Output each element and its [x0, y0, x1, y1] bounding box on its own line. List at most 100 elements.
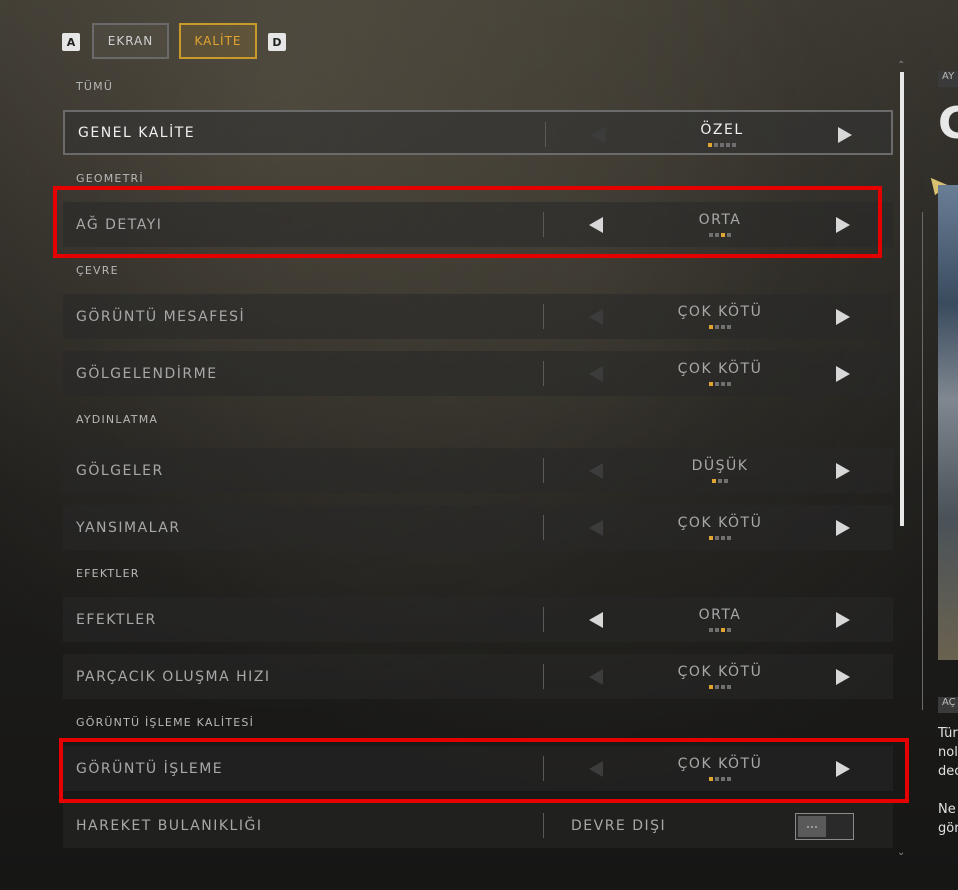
divider — [543, 361, 544, 386]
level-dot — [732, 143, 736, 147]
level-dot — [724, 479, 728, 483]
divider — [543, 813, 544, 838]
level-dot — [709, 685, 713, 689]
level-dot — [712, 479, 716, 483]
description-line: nol — [938, 745, 958, 760]
setting-row[interactable]: GÖLGELER DÜŞÜK — [63, 448, 893, 493]
setting-label: HAREKET BULANIKLIĞI — [76, 817, 263, 834]
motion-blur-toggle[interactable] — [795, 813, 854, 840]
level-dot — [721, 685, 725, 689]
level-indicator — [660, 325, 780, 329]
level-dot — [709, 628, 713, 632]
setting-value: ÇOK KÖTÜ — [677, 664, 763, 680]
divider — [543, 515, 544, 540]
setting-value: ÇOK KÖTÜ — [677, 304, 763, 320]
level-indicator — [660, 536, 780, 540]
setting-label: GÖLGELER — [76, 462, 164, 479]
setting-row[interactable]: PARÇACIK OLUŞMA HIZI ÇOK KÖTÜ — [63, 654, 893, 699]
level-dot — [709, 382, 713, 386]
level-dot — [727, 628, 731, 632]
level-dot — [727, 325, 731, 329]
arrow-left-icon[interactable] — [589, 612, 603, 628]
setting-label: GÖRÜNTÜ MESAFESİ — [76, 308, 246, 325]
level-dot — [709, 536, 713, 540]
level-dot — [727, 536, 731, 540]
arrow-left-icon[interactable] — [589, 366, 603, 382]
divider — [543, 458, 544, 483]
setting-label: GÖLGELENDİRME — [76, 365, 218, 382]
divider — [543, 664, 544, 689]
divider — [545, 122, 546, 147]
level-dot — [727, 382, 731, 386]
arrow-left-icon[interactable] — [589, 309, 603, 325]
description-line: Tür — [938, 726, 958, 741]
arrow-left-icon[interactable] — [589, 463, 603, 479]
level-dot — [720, 143, 724, 147]
scroll-down-icon[interactable]: ⌄ — [897, 847, 905, 858]
level-indicator — [662, 143, 782, 147]
divider — [543, 304, 544, 329]
preview-image — [938, 185, 958, 660]
arrow-right-icon[interactable] — [836, 309, 850, 325]
level-dot — [715, 325, 719, 329]
setting-label: EFEKTLER — [76, 611, 157, 628]
setting-value: ÖZEL — [700, 122, 744, 138]
scroll-up-icon[interactable]: ⌃ — [897, 60, 905, 71]
arrow-left-icon[interactable] — [589, 669, 603, 685]
level-dot — [715, 536, 719, 540]
setting-row[interactable]: GENEL KALİTE ÖZEL — [63, 110, 893, 155]
setting-row[interactable]: YANSIMALAR ÇOK KÖTÜ — [63, 505, 893, 550]
right-panel-divider — [922, 212, 923, 710]
arrow-right-icon[interactable] — [836, 366, 850, 382]
highlight-box-ag-detayi — [53, 186, 882, 258]
arrow-right-icon[interactable] — [836, 612, 850, 628]
level-dot — [709, 325, 713, 329]
right-panel-title: G — [938, 98, 958, 149]
level-dot — [714, 143, 718, 147]
section-aydinlatma: AYDINLATMA — [76, 413, 159, 426]
section-efektler: EFEKTLER — [76, 567, 140, 580]
level-dot — [721, 536, 725, 540]
setting-row-hareket-bulanikligi[interactable]: HAREKET BULANIKLIĞI DEVRE DIŞI — [63, 803, 893, 848]
setting-value: ÇOK KÖTÜ — [677, 361, 763, 377]
description-line: gör — [938, 821, 958, 836]
section-goruntu-isleme-kalitesi: GÖRÜNTÜ İŞLEME KALİTESİ — [76, 716, 255, 729]
level-dot — [715, 382, 719, 386]
toggle-knob-icon[interactable] — [798, 816, 826, 837]
arrow-left-icon[interactable] — [589, 520, 603, 536]
description-line: dec — [938, 764, 958, 779]
setting-value: DÜŞÜK — [691, 458, 749, 474]
arrow-left-icon[interactable] — [591, 127, 605, 143]
setting-row[interactable]: GÖRÜNTÜ MESAFESİ ÇOK KÖTÜ — [63, 294, 893, 339]
description-line: Ne — [938, 802, 956, 817]
setting-label: PARÇACIK OLUŞMA HIZI — [76, 668, 271, 685]
level-indicator — [660, 685, 780, 689]
level-indicator — [660, 382, 780, 386]
setting-row[interactable]: GÖLGELENDİRME ÇOK KÖTÜ — [63, 351, 893, 396]
setting-value: ORTA — [698, 607, 742, 623]
level-dot — [718, 479, 722, 483]
key-hint-a: A — [62, 33, 80, 51]
setting-value: ÇOK KÖTÜ — [677, 515, 763, 531]
right-panel-tag: AY — [938, 71, 958, 87]
right-panel-desc-tag: AÇ — [938, 697, 958, 713]
level-dot — [715, 685, 719, 689]
highlight-box-goruntu-isleme — [59, 738, 909, 803]
tab-ekran[interactable]: EKRAN — [92, 23, 169, 59]
level-dot — [727, 685, 731, 689]
level-dot — [708, 143, 712, 147]
setting-label: YANSIMALAR — [76, 519, 181, 536]
toggle-value: DEVRE DIŞI — [571, 817, 667, 834]
level-dot — [726, 143, 730, 147]
arrow-right-icon[interactable] — [836, 463, 850, 479]
level-indicator — [660, 628, 780, 632]
arrow-right-icon[interactable] — [836, 520, 850, 536]
arrow-right-icon[interactable] — [838, 127, 852, 143]
scrollbar[interactable] — [900, 72, 904, 526]
level-dot — [721, 382, 725, 386]
setting-row[interactable]: EFEKTLER ORTA — [63, 597, 893, 642]
section-geometri: GEOMETRİ — [76, 172, 144, 185]
arrow-right-icon[interactable] — [836, 669, 850, 685]
section-cevre: ÇEVRE — [76, 264, 119, 277]
tab-kalite[interactable]: KALİTE — [179, 23, 257, 59]
